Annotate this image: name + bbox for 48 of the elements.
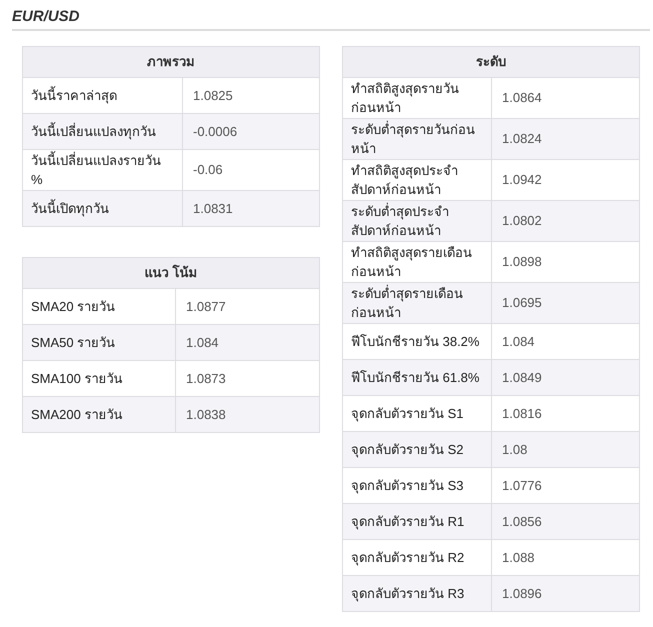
row-label: จุดกลับตัวรายวัน S3 bbox=[351, 477, 464, 495]
row-value: 1.0825 bbox=[193, 86, 233, 105]
row-label: ระดับต่ำสุดรายเดือนก่อนหน้า bbox=[351, 284, 464, 322]
table-header: ภาพรวม bbox=[23, 47, 319, 78]
row-label: ทำสถิติสูงสุดประจำสัปดาห์ก่อนหน้า bbox=[351, 162, 459, 199]
row-label: SMA200 รายวัน bbox=[31, 406, 122, 424]
row-value: 1.084 bbox=[186, 334, 219, 352]
row-value: 1.0942 bbox=[502, 171, 542, 190]
row-value: 1.0695 bbox=[502, 294, 542, 312]
row-value: 1.08 bbox=[502, 440, 528, 459]
row-value: 1.0849 bbox=[502, 368, 542, 387]
row-value: 1.084 bbox=[502, 332, 535, 351]
row-value: 1.0896 bbox=[502, 584, 542, 603]
row-value: 1.088 bbox=[502, 548, 535, 567]
row-label: ระดับต่ำสุดประจำสัปดาห์ก่อนหน้า bbox=[351, 202, 450, 240]
row-label: จุดกลับตัวรายวัน S2 bbox=[351, 441, 464, 459]
row-value: 1.0776 bbox=[502, 476, 542, 495]
row-value: 1.0831 bbox=[193, 200, 233, 218]
row-label: จุดกลับตัวรายวัน R1 bbox=[351, 513, 464, 531]
row-value: 1.0877 bbox=[186, 298, 226, 316]
row-label: วันนี้เปลี่ยนแปลงรายวัน % bbox=[31, 151, 162, 189]
row-value: 1.0816 bbox=[502, 404, 542, 423]
row-label: ทำสถิติสูงสุดรายวันก่อนหน้า bbox=[351, 80, 460, 117]
row-value: 1.0898 bbox=[502, 253, 542, 272]
row-value: -0.0006 bbox=[193, 122, 238, 141]
row-label: จุดกลับตัวรายวัน R3 bbox=[351, 585, 464, 603]
row-value: 1.0802 bbox=[502, 212, 542, 230]
row-label: วันนี้เปลี่ยนแปลงทุกวัน bbox=[31, 122, 156, 141]
row-label: วันนี้ราคาล่าสุด bbox=[31, 86, 117, 105]
row-value: 1.0838 bbox=[186, 406, 226, 424]
table-header: ระดับ bbox=[343, 47, 639, 78]
row-label: SMA100 รายวัน bbox=[31, 370, 122, 388]
row-label: วันนี้เปิดทุกวัน bbox=[31, 199, 109, 218]
row-label: ระดับต่ำสุดรายวันก่อนหน้า bbox=[351, 120, 476, 158]
row-label: ฟีโบนักชีรายวัน 38.2% bbox=[351, 333, 480, 351]
row-label: SMA20 รายวัน bbox=[31, 298, 116, 316]
row-value: 1.0824 bbox=[502, 130, 542, 148]
table-header: แนว โน้ม bbox=[23, 258, 319, 289]
page-title: EUR/USD bbox=[12, 8, 81, 26]
row-label: ฟีโบนักชีรายวัน 61.8% bbox=[351, 369, 480, 387]
row-label: จุดกลับตัวรายวัน R2 bbox=[351, 549, 464, 567]
row-value: 1.0873 bbox=[186, 370, 226, 388]
row-label: ทำสถิติสูงสุดรายเดือนก่อนหน้า bbox=[351, 244, 473, 281]
row-value: 1.0856 bbox=[502, 512, 542, 531]
row-value: 1.0864 bbox=[502, 89, 542, 108]
row-value: -0.06 bbox=[193, 161, 223, 180]
row-label: จุดกลับตัวรายวัน S1 bbox=[351, 405, 464, 423]
row-label: SMA50 รายวัน bbox=[31, 334, 116, 352]
